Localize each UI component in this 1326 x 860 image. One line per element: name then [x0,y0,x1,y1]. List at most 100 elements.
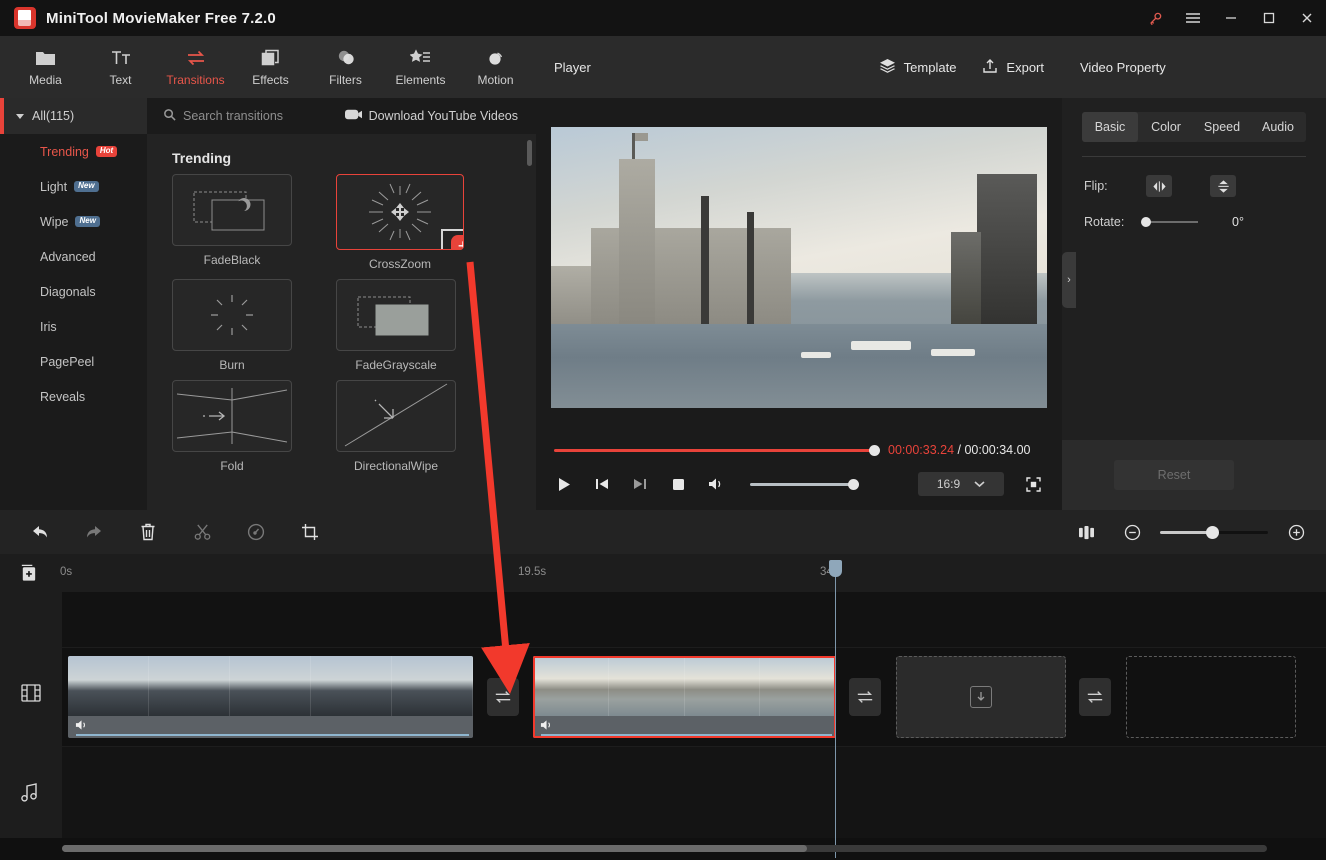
current-time: 00:00:33.24 [888,443,955,457]
transition-item-fadeblack[interactable]: FadeBlack [172,174,314,271]
rotate-knob[interactable] [1141,217,1151,227]
transition-slot-button-3[interactable] [1079,678,1111,716]
transition-slot-button-1[interactable] [487,678,519,716]
category-item-pagepeel[interactable]: PagePeel [0,344,147,379]
clip-audio-strip [533,716,836,738]
category-item-iris[interactable]: Iris [0,309,147,344]
zoom-in-button[interactable] [1278,514,1314,550]
layers-icon [879,58,896,76]
transition-label: FadeBlack [203,253,261,267]
nav-item-motion[interactable]: Motion [458,38,533,96]
category-item-light[interactable]: Light New [0,169,147,204]
speed-button[interactable] [238,514,274,550]
playback-progress-slider[interactable] [554,444,880,456]
undo-button[interactable] [22,514,58,550]
progress-knob[interactable] [869,444,880,456]
nav-item-filters[interactable]: Filters [308,38,383,96]
flip-vertical-button[interactable] [1210,175,1236,197]
timeline-zoom-controls [1068,514,1326,550]
volume-slider[interactable] [750,478,859,490]
search-icon [163,108,176,124]
add-media-icon[interactable] [18,563,39,588]
transition-item-fold[interactable]: Fold [172,380,314,473]
text-track-row[interactable] [62,592,1326,648]
play-icon[interactable] [554,474,574,494]
property-panel-title: Video Property [1062,36,1326,98]
reset-button[interactable]: Reset [1114,460,1234,490]
preview-building-right2 [951,231,981,324]
zoom-out-button[interactable] [1114,514,1150,550]
scrollbar-thumb[interactable] [62,845,807,852]
download-youtube-button[interactable]: Download YouTube Videos [344,98,536,134]
category-item-diagonals[interactable]: Diagonals [0,274,147,309]
tab-color[interactable]: Color [1138,112,1194,142]
nav-label: Filters [329,72,362,87]
clip-waveform [76,734,469,736]
playhead-handle[interactable] [829,560,842,577]
timeline-ruler[interactable]: 0s 19.5s 34s [0,554,1326,592]
close-button[interactable] [1288,0,1326,36]
transition-slot-button-2[interactable] [849,678,881,716]
video-preview[interactable] [551,127,1047,408]
transition-item-crosszoom[interactable]: + CrossZoom [336,174,478,271]
hamburger-icon[interactable] [1174,0,1212,36]
chevron-right-icon: › [1067,274,1071,286]
minimize-button[interactable] [1212,0,1250,36]
property-footer: Reset [1062,440,1326,510]
nav-item-effects[interactable]: Effects [233,38,308,96]
rotate-slider[interactable] [1141,217,1198,227]
volume-icon[interactable] [706,474,726,494]
tab-speed[interactable]: Speed [1194,112,1250,142]
clip-placeholder-1[interactable] [896,656,1066,738]
timeline-clip-balloons[interactable] [68,656,473,738]
timeline-playhead[interactable] [829,560,842,858]
search-input[interactable]: Search transitions [147,98,345,134]
stop-icon[interactable] [668,474,688,494]
volume-knob[interactable] [848,478,859,490]
split-button[interactable] [184,514,220,550]
transition-item-fadegrayscale[interactable]: FadeGrayscale [336,279,478,372]
timeline-clip-bridge[interactable] [533,656,836,738]
zoom-knob[interactable] [1206,525,1219,539]
aspect-ratio-select[interactable]: 16:9 [918,472,1004,496]
fullscreen-icon[interactable] [1022,473,1044,495]
plus-icon: + [450,234,463,249]
panel-collapse-toggle[interactable]: › [1062,252,1076,308]
split-view-icon[interactable] [1068,514,1104,550]
category-item-reveals[interactable]: Reveals [0,379,147,414]
add-transition-button[interactable]: + [441,229,463,249]
category-label: Iris [40,319,57,334]
transitions-scrollbar[interactable] [527,140,532,166]
ruler-tick: 19.5s [518,566,547,578]
clip-placeholder-2[interactable] [1126,656,1296,738]
track-gutter [0,592,62,838]
timeline-horizontal-scrollbar[interactable] [62,845,1267,852]
transition-item-directionalwipe[interactable]: DirectionalWipe [336,380,478,473]
transition-label: Burn [219,358,245,372]
category-item-wipe[interactable]: Wipe New [0,204,147,239]
tab-audio[interactable]: Audio [1250,112,1306,142]
tab-basic[interactable]: Basic [1082,112,1138,142]
timeline-zoom-slider[interactable] [1160,525,1268,539]
redo-button[interactable] [76,514,112,550]
next-frame-icon[interactable] [630,474,650,494]
key-icon[interactable] [1136,0,1174,36]
divider [1082,156,1306,157]
crop-button[interactable] [292,514,328,550]
nav-item-elements[interactable]: Elements [383,38,458,96]
nav-item-text[interactable]: Text [83,38,158,96]
template-button[interactable]: Template [879,58,956,76]
flip-horizontal-button[interactable] [1146,175,1172,197]
delete-button[interactable] [130,514,166,550]
category-item-advanced[interactable]: Advanced [0,239,147,274]
category-dropdown[interactable]: All(115) [0,98,147,134]
transition-item-burn[interactable]: Burn [172,279,314,372]
nav-item-transitions[interactable]: Transitions [158,38,233,96]
maximize-button[interactable] [1250,0,1288,36]
audio-track-row[interactable] [62,746,1326,838]
previous-frame-icon[interactable] [592,474,612,494]
category-item-trending[interactable]: Trending Hot [0,134,147,169]
nav-label: Transitions [166,72,225,87]
nav-item-media[interactable]: Media [8,38,83,96]
export-button[interactable]: Export [982,58,1044,77]
